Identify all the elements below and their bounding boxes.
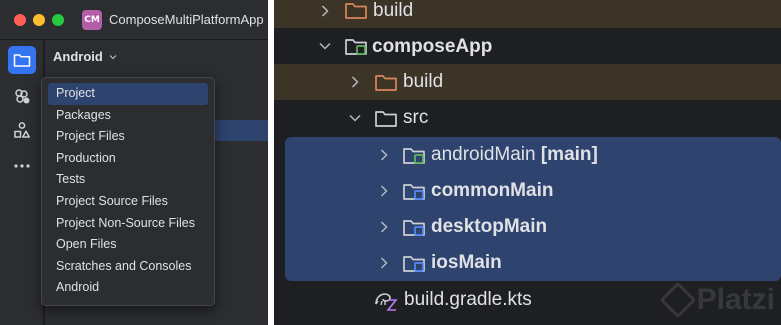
tree-item-label: iosMain [431,252,502,273]
chevron-right-icon [321,5,329,17]
menu-item-project-non-source-files[interactable]: Project Non-Source Files [48,213,208,235]
chevron-down-icon [319,42,331,50]
project-badge[interactable]: CM [82,9,102,30]
close-window-button[interactable] [14,13,26,26]
tree-item-label: desktopMain [431,216,548,237]
view-options-menu: Project Packages Project Files Productio… [41,77,215,306]
commit-tool-button[interactable] [8,82,36,110]
excluded-folder-icon [375,75,397,91]
source-set-folder-icon [403,220,425,236]
platzi-watermark: Platzi [659,281,775,319]
tree-row[interactable]: build [274,0,781,28]
menu-item-project[interactable]: Project [48,83,208,105]
menu-item-android[interactable]: Android [48,277,208,299]
tree-item-label: src [403,107,429,128]
more-icon [14,164,30,168]
tree-row[interactable]: src [274,100,781,136]
tree-row[interactable]: build [274,64,781,100]
title-bar: CM ComposeMultiPlatformApp [0,0,268,40]
main-source-tag: [main] [540,144,598,165]
chevron-right-icon [380,149,388,161]
menu-item-open-files[interactable]: Open Files [48,234,208,256]
menu-item-packages[interactable]: Packages [48,105,208,127]
chevron-down-icon [349,114,361,122]
more-tool-windows-button[interactable] [8,152,36,180]
tool-window-strip [0,40,44,325]
project-tree-zoomed: build composeApp build src androidMain [… [274,0,781,325]
project-tool-window: CM ComposeMultiPlatformApp Android Proje… [0,0,268,325]
source-set-folder-icon [403,184,425,200]
zoom-window-button[interactable] [52,13,64,26]
view-selector-label: Android [53,49,103,64]
project-tool-button[interactable] [8,46,36,74]
menu-item-project-files[interactable]: Project Files [48,126,208,148]
project-name[interactable]: ComposeMultiPlatformApp [109,12,264,27]
tree-item-label: build [403,71,444,92]
structure-icon [14,122,30,138]
chevron-right-icon [380,257,388,269]
watermark-text: Platzi [696,283,775,316]
menu-item-scratches-and-consoles[interactable]: Scratches and Consoles [48,256,208,278]
structure-tool-button[interactable] [8,116,36,144]
folder-icon [13,54,31,67]
commit-icon [15,89,30,104]
menu-item-project-source-files[interactable]: Project Source Files [48,191,208,213]
module-folder-icon [345,39,367,55]
platzi-logo-icon [659,281,697,319]
source-set-folder-icon [403,256,425,272]
tree-row[interactable]: composeApp [274,28,781,64]
tree-item-label: commonMain [431,180,554,201]
gradle-kotlin-file-icon [375,293,398,311]
minimize-window-button[interactable] [33,13,45,26]
tree-row[interactable]: commonMain [285,173,781,209]
tree-item-label: build.gradle.kts [404,289,532,310]
menu-item-production[interactable]: Production [48,148,208,170]
view-selector[interactable]: Android [53,49,117,64]
chevron-right-icon [380,185,388,197]
window-controls [14,13,64,26]
excluded-folder-icon [345,3,367,19]
tree-item-label: composeApp [372,36,493,57]
tree-item-label: build [373,0,414,21]
tree-row[interactable]: iosMain [285,245,781,281]
chevron-down-icon [109,54,117,59]
chevron-right-icon [351,76,359,88]
tree-row[interactable]: androidMain [main] [285,137,781,173]
chevron-right-icon [380,221,388,233]
tree-item-label: androidMain [main] [431,144,598,165]
menu-item-tests[interactable]: Tests [48,169,208,191]
tree-row[interactable]: desktopMain [285,209,781,245]
folder-icon [375,111,397,127]
source-set-folder-icon [403,148,425,164]
